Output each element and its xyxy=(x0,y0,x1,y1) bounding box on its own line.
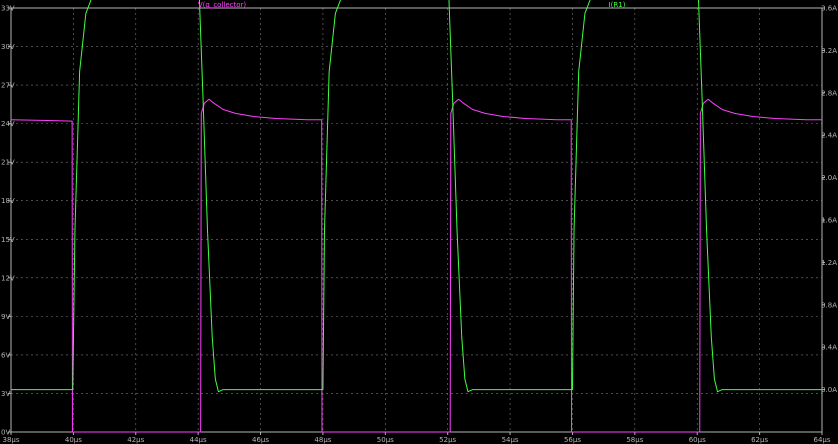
y-right-tick-label: 0.8A xyxy=(821,301,837,309)
y-left-tick-label: 27V xyxy=(1,82,15,90)
y-right-tick-label: 0.0A xyxy=(821,386,837,394)
y-left-tick-label: 33V xyxy=(1,5,15,13)
y-right-tick-label: 2.8A xyxy=(821,89,837,97)
x-tick-label: 56µs xyxy=(564,436,581,444)
y-left-tick-label: 24V xyxy=(1,120,15,128)
x-tick-label: 46µs xyxy=(252,436,269,444)
y-right-tick-label: 3.6A xyxy=(821,5,837,13)
x-tick-label: 52µs xyxy=(439,436,456,444)
plot-background xyxy=(0,0,838,444)
y-left-tick-label: 30V xyxy=(1,43,15,51)
x-tick-label: 40µs xyxy=(65,436,82,444)
legend-entry: V(q_collector) xyxy=(198,1,247,9)
y-left-tick-label: 12V xyxy=(1,274,15,282)
y-left-tick-label: 3V xyxy=(1,390,10,398)
x-tick-label: 64µs xyxy=(813,436,830,444)
y-right-tick-label: 2.4A xyxy=(821,132,837,140)
y-left-tick-label: 9V xyxy=(1,313,10,321)
x-tick-label: 44µs xyxy=(190,436,207,444)
y-left-tick-label: 21V xyxy=(1,159,15,167)
waveform-plot: 38µs 40µs 42µs 44µs 46µs 48µs 50µs 52µs 54µs 56µs… xyxy=(0,0,838,444)
x-tick-label: 38µs xyxy=(2,436,19,444)
x-tick-label: 62µs xyxy=(751,436,768,444)
y-left-tick-label: 15V xyxy=(1,236,15,244)
y-right-tick-label: 2.0A xyxy=(821,174,837,182)
y-right-tick-label: 0.4A xyxy=(821,344,837,352)
y-right-tick-label: 1.6A xyxy=(821,217,837,225)
x-tick-label: 48µs xyxy=(314,436,331,444)
x-tick-label: 60µs xyxy=(689,436,706,444)
y-right-tick-label: 3.2A xyxy=(821,47,837,55)
y-right-tick-label: 1.2A xyxy=(821,259,837,267)
legend-entry: I(R1) xyxy=(609,1,626,9)
x-tick-label: 58µs xyxy=(626,436,643,444)
x-tick-label: 50µs xyxy=(377,436,394,444)
x-tick-label: 54µs xyxy=(502,436,519,444)
y-left-tick-label: 18V xyxy=(1,197,15,205)
y-left-tick-label: 0V xyxy=(1,429,10,437)
x-tick-label: 42µs xyxy=(127,436,144,444)
y-left-tick-label: 6V xyxy=(1,351,10,359)
